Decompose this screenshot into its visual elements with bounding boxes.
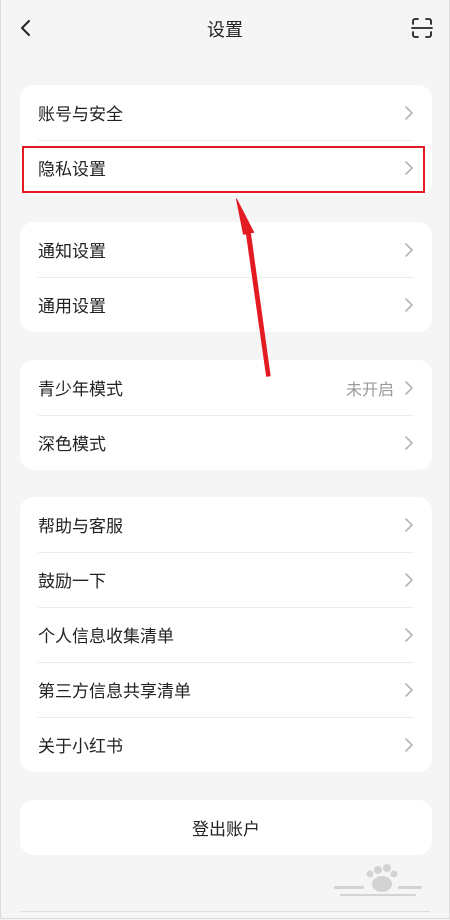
settings-item-third-party-sharing[interactable]: 第三方信息共享清单 <box>20 662 432 717</box>
bottom-divider <box>20 911 430 912</box>
settings-item-label: 通知设置 <box>38 242 106 262</box>
settings-item-label: 账号与安全 <box>38 105 123 125</box>
settings-item-label: 帮助与客服 <box>38 517 123 537</box>
logout-button[interactable]: 登出账户 <box>20 800 432 855</box>
settings-item-label: 通用设置 <box>38 297 106 317</box>
settings-item-label: 关于小红书 <box>38 737 123 757</box>
teen-mode-status: 未开启 <box>345 379 394 399</box>
settings-group-general: 通知设置 通用设置 <box>20 222 432 332</box>
settings-item-privacy[interactable]: 隐私设置 <box>20 140 432 195</box>
settings-item-label: 个人信息收集清单 <box>38 627 174 647</box>
settings-item-dark-mode[interactable]: 深色模式 <box>20 415 432 470</box>
chevron-right-icon <box>405 243 413 257</box>
chevron-right-icon <box>405 381 413 395</box>
logout-label: 登出账户 <box>192 820 260 840</box>
settings-item-encourage[interactable]: 鼓励一下 <box>20 552 432 607</box>
settings-item-label: 青少年模式 <box>38 380 123 400</box>
settings-item-label: 鼓励一下 <box>38 572 106 592</box>
nav-bar: 设置 <box>0 0 450 58</box>
chevron-right-icon <box>405 298 413 312</box>
settings-group-account: 账号与安全 隐私设置 <box>20 85 432 195</box>
settings-item-notifications[interactable]: 通知设置 <box>20 222 432 277</box>
scan-icon <box>411 18 433 38</box>
scan-button[interactable] <box>408 14 436 42</box>
chevron-right-icon <box>405 738 413 752</box>
settings-item-label: 深色模式 <box>38 435 106 455</box>
settings-item-personal-info-list[interactable]: 个人信息收集清单 <box>20 607 432 662</box>
page-title: 设置 <box>207 20 243 41</box>
settings-item-help[interactable]: 帮助与客服 <box>20 497 432 552</box>
settings-group-modes: 青少年模式 未开启 深色模式 <box>20 360 432 470</box>
chevron-right-icon <box>405 161 413 175</box>
settings-item-teen-mode[interactable]: 青少年模式 未开启 <box>20 360 432 415</box>
watermark-logo-icon <box>334 864 422 896</box>
settings-item-account-security[interactable]: 账号与安全 <box>20 85 432 140</box>
chevron-right-icon <box>405 573 413 587</box>
chevron-right-icon <box>405 683 413 697</box>
settings-item-general[interactable]: 通用设置 <box>20 277 432 332</box>
chevron-right-icon <box>405 628 413 642</box>
chevron-right-icon <box>405 436 413 450</box>
chevron-right-icon <box>405 106 413 120</box>
settings-item-about[interactable]: 关于小红书 <box>20 717 432 772</box>
settings-item-label: 隐私设置 <box>38 160 106 180</box>
settings-item-label: 第三方信息共享清单 <box>38 682 191 702</box>
chevron-right-icon <box>405 518 413 532</box>
settings-group-about: 帮助与客服 鼓励一下 个人信息收集清单 第三方信息共享清单 关于小红书 <box>20 497 432 772</box>
